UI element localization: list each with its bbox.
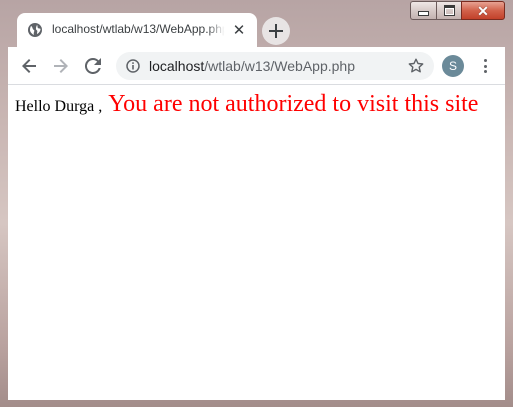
url-path: /wtlab/w13/WebApp.php [204,58,355,74]
window-controls: ✕ [410,1,505,20]
maximize-button[interactable] [436,1,461,20]
tab-title-fade [207,19,229,41]
forward-button[interactable] [51,56,71,76]
menu-dot [483,59,487,62]
back-button[interactable] [19,56,39,76]
globe-icon [28,23,42,37]
menu-dot [483,64,487,68]
close-icon: ✕ [477,2,489,19]
minimize-icon [418,11,429,16]
star-icon[interactable] [408,58,424,74]
browser-toolbar: localhost/wtlab/w13/WebApp.php S [8,47,505,85]
plus-icon [269,24,283,38]
browser-tab[interactable]: localhost/wtlab/w13/WebApp.php ✕ [17,13,257,47]
maximize-icon [443,5,455,16]
menu-dot [483,70,487,73]
close-window-button[interactable]: ✕ [461,1,505,20]
info-icon[interactable] [126,59,140,73]
greeting-text: Hello Durga , [15,98,103,115]
more-menu-icon[interactable] [478,56,492,76]
reload-button[interactable] [83,56,103,76]
reload-icon [85,58,101,74]
minimize-button[interactable] [410,1,436,20]
url-host: localhost [149,58,205,74]
new-tab-button[interactable] [262,17,290,45]
back-arrow-icon [22,59,36,73]
forward-arrow-icon [54,59,68,73]
page-viewport: Hello Durga , You are not authorized to … [8,85,505,400]
tab-title: localhost/wtlab/w13/WebApp.php [52,22,227,36]
tab-close-button[interactable]: ✕ [231,22,247,38]
profile-avatar[interactable]: S [442,55,464,77]
address-bar[interactable]: localhost/wtlab/w13/WebApp.php [116,52,434,80]
url-text: localhost/wtlab/w13/WebApp.php [149,58,355,74]
unauthorized-message: You are not authorized to visit this sit… [108,91,479,117]
page-content: Hello Durga , You are not authorized to … [15,91,478,118]
